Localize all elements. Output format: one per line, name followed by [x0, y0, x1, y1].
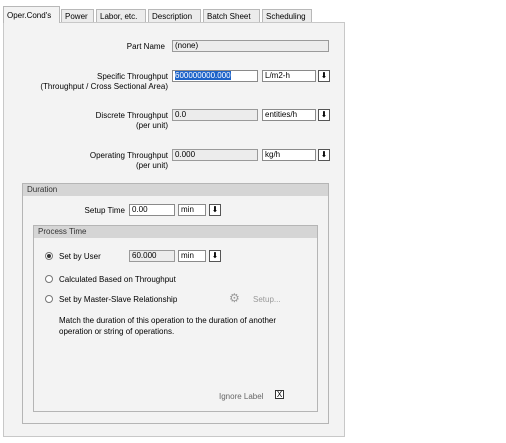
- set-by-user-field: 60.000: [129, 250, 175, 262]
- set-by-user-label: Set by User: [59, 252, 101, 261]
- tab-batch-sheet[interactable]: Batch Sheet: [203, 9, 260, 22]
- set-by-user-dropdown-icon[interactable]: ⬇: [209, 250, 221, 262]
- set-by-user-unit-select[interactable]: min: [178, 250, 206, 262]
- setup-time-dropdown-icon[interactable]: ⬇: [209, 204, 221, 216]
- discrete-throughput-sublabel: (per unit): [135, 121, 168, 130]
- ignore-label-text: Ignore Label: [219, 392, 264, 401]
- setup-time-unit-select[interactable]: min: [178, 204, 206, 216]
- tab-oper-conds[interactable]: Oper.Cond's: [3, 6, 60, 23]
- specific-throughput-unit-select[interactable]: L/m2-h: [262, 70, 316, 82]
- master-slave-label: Set by Master-Slave Relationship: [59, 295, 178, 304]
- duration-header: Duration: [23, 184, 328, 196]
- master-slave-description: Match the duration of this operation to …: [59, 316, 277, 336]
- specific-throughput-value: 600000000.000: [175, 71, 231, 80]
- specific-throughput-label: Specific Throughput: [96, 72, 168, 81]
- setup-button-label: Setup...: [253, 295, 281, 304]
- tab-scheduling[interactable]: Scheduling: [262, 9, 312, 22]
- ignore-label-checkbox[interactable]: X: [275, 390, 284, 399]
- tab-description[interactable]: Description: [148, 9, 201, 22]
- tab-power[interactable]: Power: [61, 9, 94, 22]
- part-name-label: Part Name: [126, 42, 165, 51]
- setup-time-label: Setup Time: [84, 206, 125, 215]
- operating-throughput-field: 0.000: [172, 149, 258, 161]
- master-slave-radio[interactable]: [45, 295, 53, 303]
- part-name-field: (none): [172, 40, 329, 52]
- operating-throughput-label: Operating Throughput: [89, 151, 168, 160]
- setup-time-input[interactable]: 0.00: [129, 204, 175, 216]
- calculated-throughput-label: Calculated Based on Throughput: [59, 275, 176, 284]
- process-time-header: Process Time: [34, 226, 317, 238]
- tab-labor[interactable]: Labor, etc.: [96, 9, 146, 22]
- specific-throughput-input[interactable]: 600000000.000: [172, 70, 258, 82]
- calculated-throughput-radio[interactable]: [45, 275, 53, 283]
- discrete-throughput-unit-select[interactable]: entities/h: [262, 109, 316, 121]
- setup-button[interactable]: ⚙ Setup...: [229, 291, 289, 305]
- operating-throughput-unit-select[interactable]: kg/h: [262, 149, 316, 161]
- specific-throughput-dropdown-icon[interactable]: ⬇: [318, 70, 330, 82]
- specific-throughput-sublabel: (Throughput / Cross Sectional Area): [40, 82, 168, 91]
- set-by-user-radio[interactable]: [45, 252, 53, 260]
- gear-icon: ⚙: [229, 291, 240, 305]
- operating-throughput-dropdown-icon[interactable]: ⬇: [318, 149, 330, 161]
- discrete-throughput-dropdown-icon[interactable]: ⬇: [318, 109, 330, 121]
- discrete-throughput-field: 0.0: [172, 109, 258, 121]
- operating-throughput-sublabel: (per unit): [135, 161, 168, 170]
- discrete-throughput-label: Discrete Throughput: [95, 111, 168, 120]
